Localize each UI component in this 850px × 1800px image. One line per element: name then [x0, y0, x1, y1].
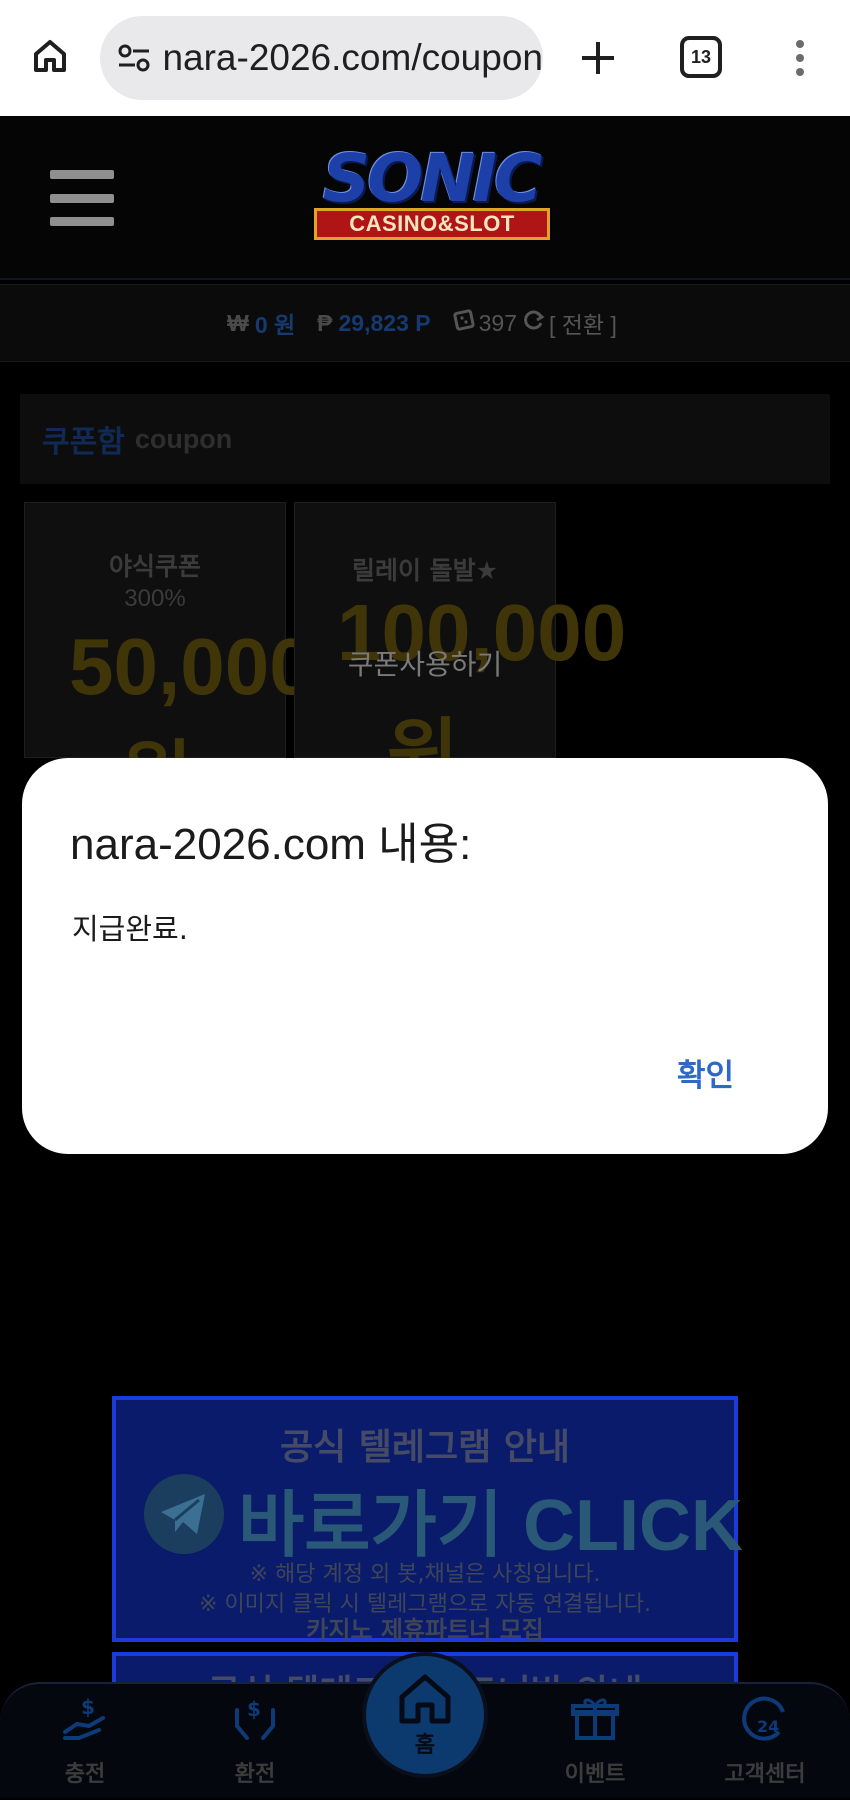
hamburger-menu-icon[interactable] [50, 170, 114, 226]
nav-support-label: 고객센터 [724, 1762, 806, 1787]
logo-main-text: SONIC [322, 140, 543, 217]
dialog-title: nara-2026.com 내용: [70, 820, 472, 869]
banner-title: 공식 텔레그램 안내 [279, 1427, 571, 1468]
plus-icon [582, 42, 614, 74]
nav-charge[interactable]: $ 충전 [25, 1690, 145, 1800]
logo-sub-text: CASINO&SLOT [314, 208, 550, 240]
site-logo[interactable]: SONIC CASINO&SLOT [276, 140, 586, 260]
coupon-title: 쿠폰함 [42, 425, 125, 460]
nav-home-label: 홈 [414, 1733, 436, 1758]
telegram-icon [144, 1474, 224, 1554]
nav-event[interactable]: 이벤트 [535, 1690, 655, 1800]
nav-home-button[interactable]: 홈 [362, 1652, 488, 1778]
dialog-message: 지급완료. [72, 912, 188, 946]
convert-button[interactable]: [ 전환 ] [549, 306, 617, 340]
banner-partner-text: 카지노 제휴파트너 모집 [306, 1616, 544, 1644]
coupon-card[interactable]: 릴레이 돌발★ 100,000 원 쿠폰사용하기 [294, 502, 626, 759]
svg-text:24: 24 [757, 1717, 779, 1736]
coupon-card[interactable]: 야식쿠폰 300% 50,000 원 [24, 502, 314, 759]
browser-home-button[interactable] [24, 30, 76, 82]
coupon-amount: 50,000 [69, 622, 314, 711]
won-balance: 0 원 [254, 312, 296, 338]
alert-dialog: nara-2026.com 내용: 지급완료. 확인 [22, 758, 828, 1154]
browser-toolbar: nara-2026.com/coupon 13 [0, 0, 850, 116]
url-text: nara-2026.com/coupon [162, 37, 543, 78]
nav-event-label: 이벤트 [564, 1762, 626, 1787]
chip-icon [452, 309, 475, 337]
banner-note: ※ 해당 계정 외 봇,채널은 사칭입니다. [249, 1562, 601, 1587]
charge-icon: $ [57, 1690, 113, 1746]
dialog-ok-button[interactable]: 확인 [677, 1050, 734, 1095]
point-balance: 29,823 P [338, 309, 431, 336]
support-24-icon: 24 [737, 1690, 793, 1746]
won-symbol: ₩ [227, 309, 249, 336]
nav-support[interactable]: 24 고객센터 [705, 1690, 825, 1800]
balance-bar: ₩ 0 원 ₱ 29,823 P 397 [ 전환 ] [0, 284, 850, 362]
home-icon [34, 40, 66, 72]
exchange-icon: $ [227, 1690, 283, 1746]
nav-exchange-label: 환전 [234, 1762, 276, 1787]
svg-text:$: $ [247, 1697, 261, 1721]
coupon-unit: 원 [121, 715, 193, 759]
coupon-subtitle: coupon [134, 423, 233, 454]
point-symbol: ₱ [317, 309, 333, 336]
chip-count: 397 [478, 309, 517, 336]
telegram-banner[interactable]: 공식 텔레그램 안내 바로가기 CLICK ※ 해당 계정 외 봇,채널은 사칭… [112, 1396, 743, 1644]
site-info-icon[interactable] [116, 38, 152, 78]
coupon-name: 릴레이 돌발★ [351, 556, 499, 585]
nav-charge-label: 충전 [64, 1762, 106, 1787]
tab-switcher-button[interactable]: 13 [680, 36, 722, 78]
svg-text:$: $ [81, 1695, 95, 1719]
coupon-name: 야식쿠폰 [108, 552, 201, 581]
more-vert-icon[interactable] [782, 32, 818, 84]
nav-exchange[interactable]: $ 환전 [195, 1690, 315, 1800]
coupon-unit: 원 [387, 711, 459, 759]
refresh-icon[interactable] [523, 309, 545, 337]
home-icon [399, 1674, 451, 1724]
coupon-percent: 300% [124, 585, 186, 612]
use-coupon-button[interactable]: 쿠폰사용하기 [295, 643, 555, 683]
new-tab-button[interactable] [570, 30, 626, 86]
address-bar[interactable]: nara-2026.com/coupon [100, 16, 543, 100]
site-header: SONIC CASINO&SLOT [0, 116, 850, 280]
gift-icon [567, 1690, 623, 1746]
coupon-section-header: 쿠폰함 coupon [20, 394, 830, 484]
